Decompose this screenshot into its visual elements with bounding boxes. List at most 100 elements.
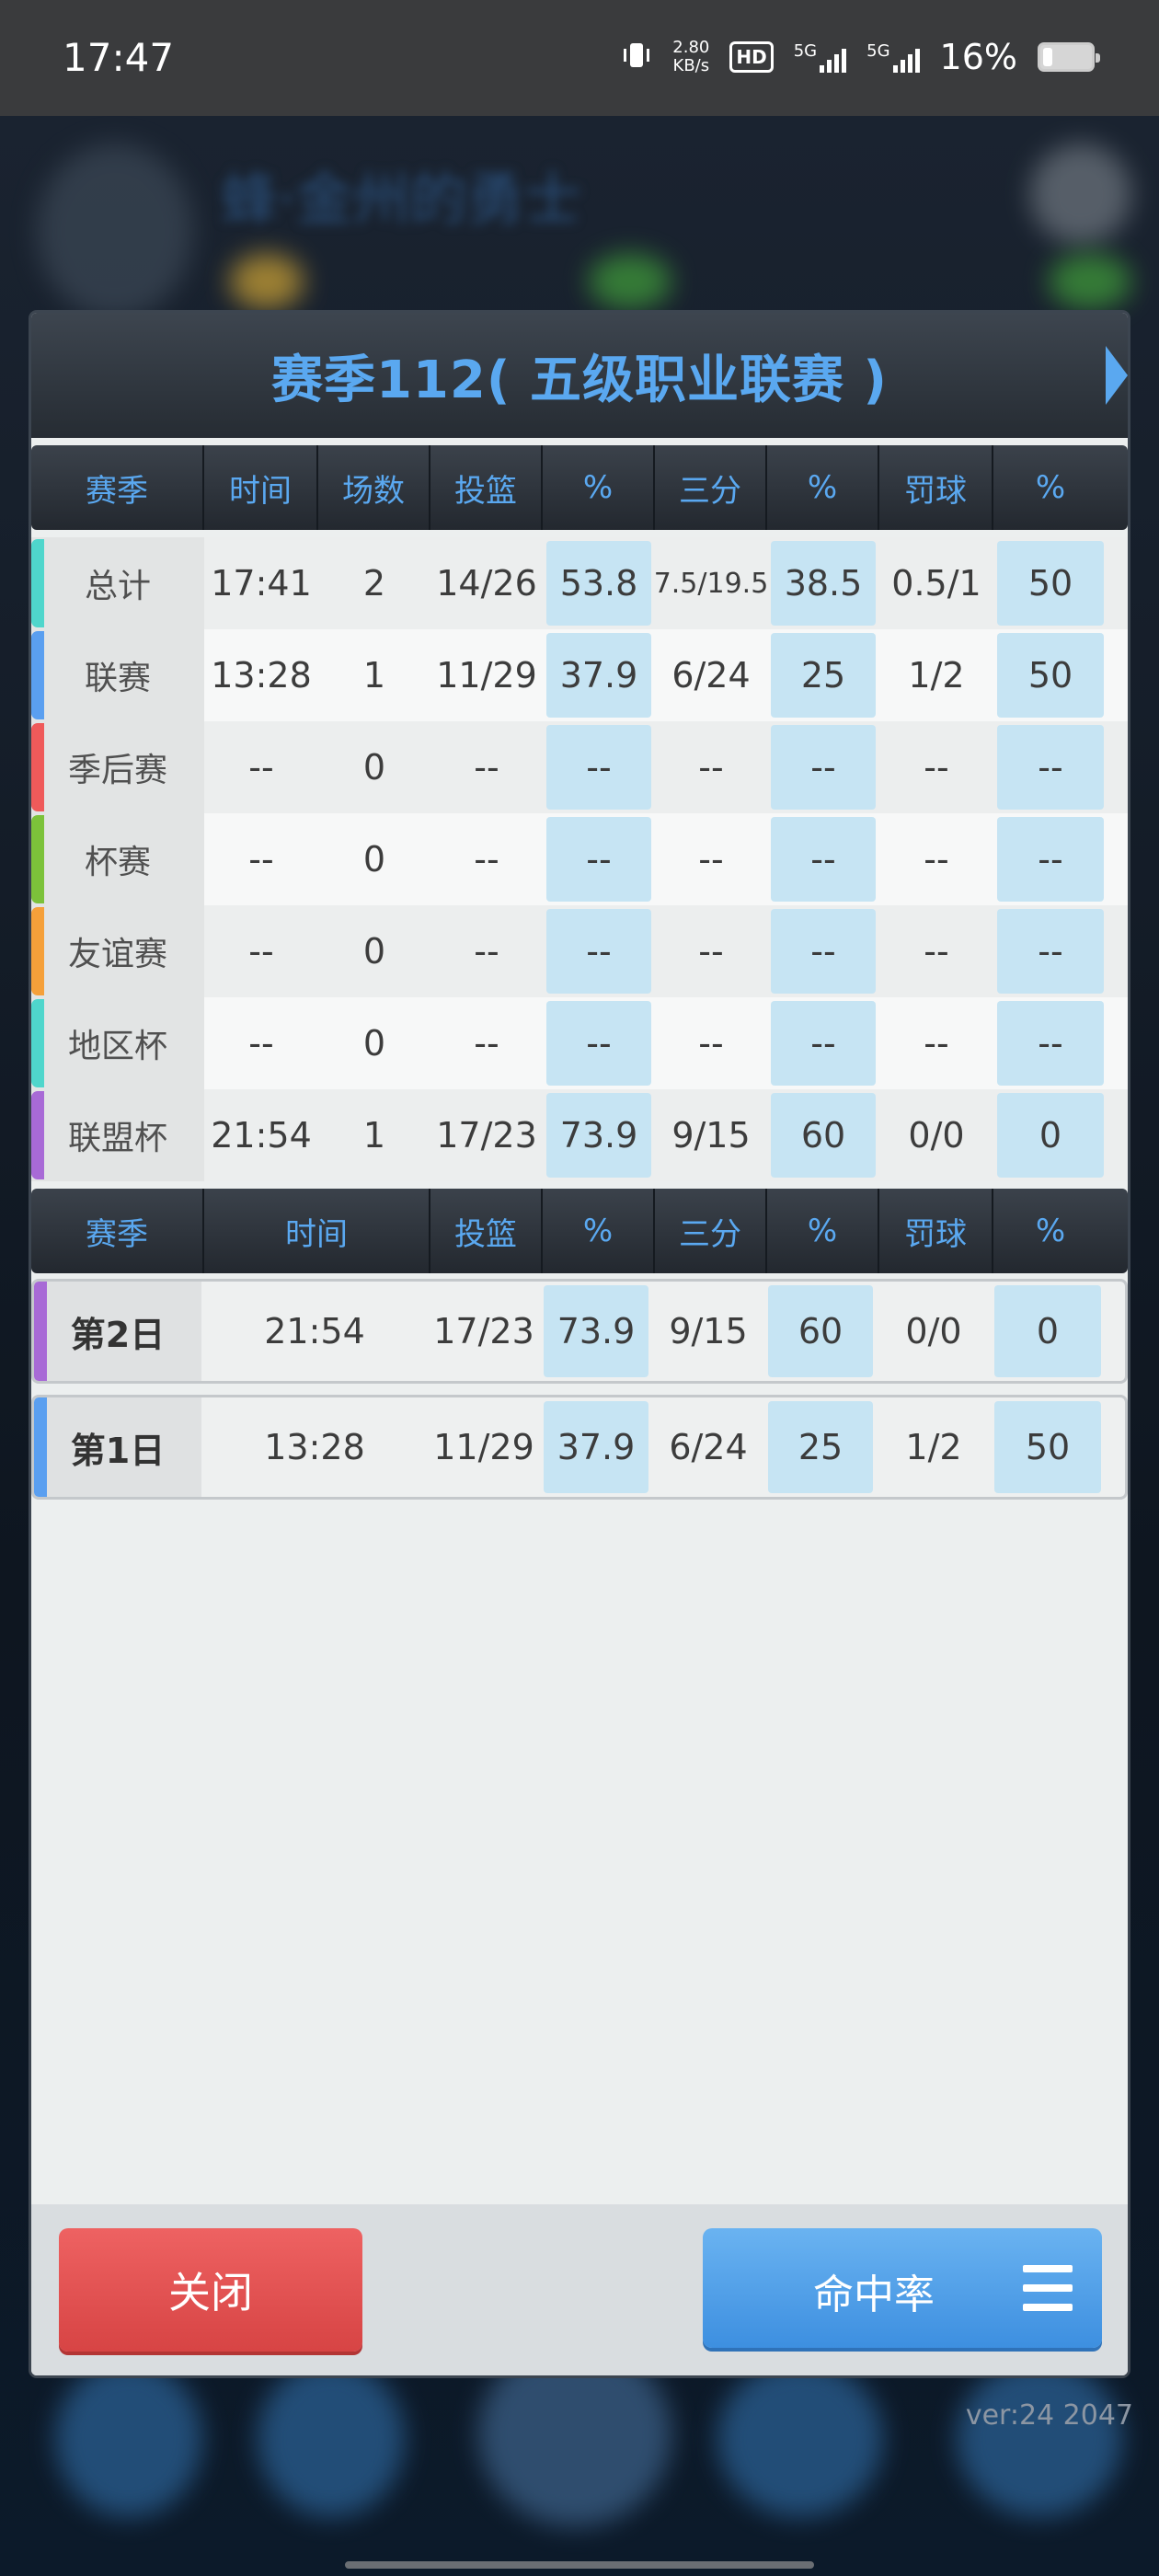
signal-icon-sim2: 5G <box>866 41 920 73</box>
cell-fg-pct: -- <box>546 725 651 810</box>
cell-three: -- <box>698 1023 724 1064</box>
cell-three-pct: 25 <box>771 633 876 718</box>
home-indicator[interactable] <box>345 2561 814 2569</box>
vibrate-icon <box>621 40 652 75</box>
column-header[interactable]: 罚球 <box>879 445 993 530</box>
cell-label: 总计 <box>31 537 204 629</box>
table-row[interactable]: 季后赛 -- 0 -- -- -- -- -- -- <box>31 721 1128 813</box>
battery-icon <box>1038 42 1100 72</box>
table-row[interactable]: 地区杯 -- 0 -- -- -- -- -- -- <box>31 997 1128 1089</box>
cell-ft-pct: -- <box>997 1001 1104 1086</box>
cell-three: -- <box>698 839 724 880</box>
cell-label: 杯赛 <box>31 813 204 905</box>
sim2-label: 5G <box>866 41 890 61</box>
cell-label: 友谊赛 <box>31 905 204 997</box>
row-color-bar <box>31 907 44 995</box>
row-color-bar <box>31 723 44 811</box>
cell-ft-pct: 50 <box>994 1401 1101 1493</box>
cell-ft-pct: -- <box>997 817 1104 902</box>
table-row[interactable]: 联赛 13:28 1 11/29 37.9 6/24 25 1/2 50 <box>31 629 1128 721</box>
menu-icon <box>1023 2265 1073 2311</box>
cell-fg-pct: 73.9 <box>546 1093 651 1178</box>
cell-ft-pct: 0 <box>997 1093 1104 1178</box>
column-header[interactable]: 三分 <box>655 1189 767 1273</box>
cell-three-pct: 25 <box>768 1401 873 1493</box>
column-header[interactable]: % <box>543 1189 655 1273</box>
column-header[interactable]: 罚球 <box>879 1189 993 1273</box>
cell-time: -- <box>248 747 274 788</box>
day-row[interactable]: 第2日 21:54 17/23 73.9 9/15 60 0/0 0 <box>31 1279 1128 1384</box>
cell-fg-pct: 73.9 <box>544 1285 648 1377</box>
cell-ft-pct: 0 <box>994 1285 1101 1377</box>
stat-mode-label: 命中率 <box>813 2271 935 2318</box>
table-row[interactable]: 联盟杯 21:54 1 17/23 73.9 9/15 60 0/0 0 <box>31 1089 1128 1181</box>
network-speed-unit: KB/s <box>672 56 710 75</box>
cell-label: 地区杯 <box>31 997 204 1089</box>
cell-label: 联赛 <box>31 629 204 721</box>
column-header[interactable]: 场数 <box>318 445 430 530</box>
column-header[interactable]: 时间 <box>204 1189 430 1273</box>
stats-tables: 赛季 时间 场数 投篮% 三分% 罚球% 总计 17:41 2 14/26 53.8 7.5/19.5… <box>31 438 1128 1500</box>
row-color-bar <box>34 1397 47 1497</box>
daily-stats-table: 赛季 时间 投篮% 三分% 罚球% 第2日 21:54 17/23 73.9 9/15 60 0/0 0… <box>31 1189 1128 1500</box>
day-row[interactable]: 第1日 13:28 11/29 37.9 6/24 25 1/2 50 <box>31 1395 1128 1500</box>
cell-ft: 0/0 <box>905 1311 962 1351</box>
column-header[interactable]: 三分 <box>655 445 767 530</box>
status-icons: 2.80 KB/s HD 5G 5G 16% <box>621 37 1100 77</box>
column-header[interactable]: % <box>543 445 655 530</box>
cell-three: 7.5/19.5 <box>653 567 769 600</box>
cell-ft-pct: 50 <box>997 633 1104 718</box>
stat-mode-button[interactable]: 命中率 <box>703 2228 1102 2348</box>
column-header[interactable]: 赛季 <box>31 1189 204 1273</box>
table-row[interactable]: 友谊赛 -- 0 -- -- -- -- -- -- <box>31 905 1128 997</box>
cell-label: 联盟杯 <box>31 1089 204 1181</box>
cell-three-pct: -- <box>771 817 876 902</box>
next-season-arrow-icon[interactable] <box>1106 346 1128 405</box>
cell-three-pct: 38.5 <box>771 541 876 626</box>
table-row[interactable]: 杯赛 -- 0 -- -- -- -- -- -- <box>31 813 1128 905</box>
cell-label: 季后赛 <box>31 721 204 813</box>
row-color-bar <box>31 631 44 719</box>
version-label: ver:24 2047 <box>965 2399 1133 2432</box>
cell-fg: -- <box>474 1023 499 1064</box>
row-color-bar <box>34 1282 47 1381</box>
column-header[interactable]: % <box>993 445 1107 530</box>
cell-ft-pct: -- <box>997 725 1104 810</box>
cell-fg: 11/29 <box>436 655 537 696</box>
cell-time: -- <box>248 1023 274 1064</box>
table-row[interactable]: 总计 17:41 2 14/26 53.8 7.5/19.5 38.5 0.5/1 50 <box>31 537 1128 629</box>
hd-voice-icon: HD <box>729 41 774 73</box>
cell-fg: -- <box>474 931 499 972</box>
cell-ft-pct: 50 <box>997 541 1104 626</box>
cell-time: 21:54 <box>211 1115 312 1156</box>
cell-games: 1 <box>362 655 386 696</box>
cell-three-pct: 60 <box>768 1285 873 1377</box>
dialog-footer: 关闭 命中率 <box>31 2204 1128 2375</box>
network-speed: 2.80 KB/s <box>672 39 709 75</box>
cell-games: 0 <box>362 1023 386 1064</box>
cell-fg: -- <box>474 839 499 880</box>
column-header[interactable]: 投篮 <box>430 445 543 530</box>
cell-fg: 17/23 <box>433 1311 534 1351</box>
column-header[interactable]: 赛季 <box>31 445 204 530</box>
column-header[interactable]: % <box>993 1189 1107 1273</box>
cell-three-pct: -- <box>771 1001 876 1086</box>
column-header[interactable]: % <box>767 1189 879 1273</box>
dialog-title: 赛季112( 五级职业联赛 ) <box>270 350 889 410</box>
network-speed-value: 2.80 <box>672 38 710 57</box>
close-button[interactable]: 关闭 <box>59 2228 362 2352</box>
cell-ft: -- <box>924 931 949 972</box>
column-header[interactable]: 投篮 <box>430 1189 543 1273</box>
column-header[interactable]: % <box>767 445 879 530</box>
cell-ft: -- <box>924 839 949 880</box>
cell-ft: 1/2 <box>908 655 965 696</box>
cell-time: 13:28 <box>264 1427 365 1467</box>
cell-time: 17:41 <box>211 563 312 604</box>
row-color-bar <box>31 1091 44 1179</box>
cell-fg-pct: 37.9 <box>544 1401 648 1493</box>
cell-three: 6/24 <box>671 655 751 696</box>
cell-three-pct: -- <box>771 725 876 810</box>
cell-label: 第1日 <box>34 1397 201 1497</box>
column-header[interactable]: 时间 <box>204 445 318 530</box>
cell-fg: 11/29 <box>433 1427 534 1467</box>
